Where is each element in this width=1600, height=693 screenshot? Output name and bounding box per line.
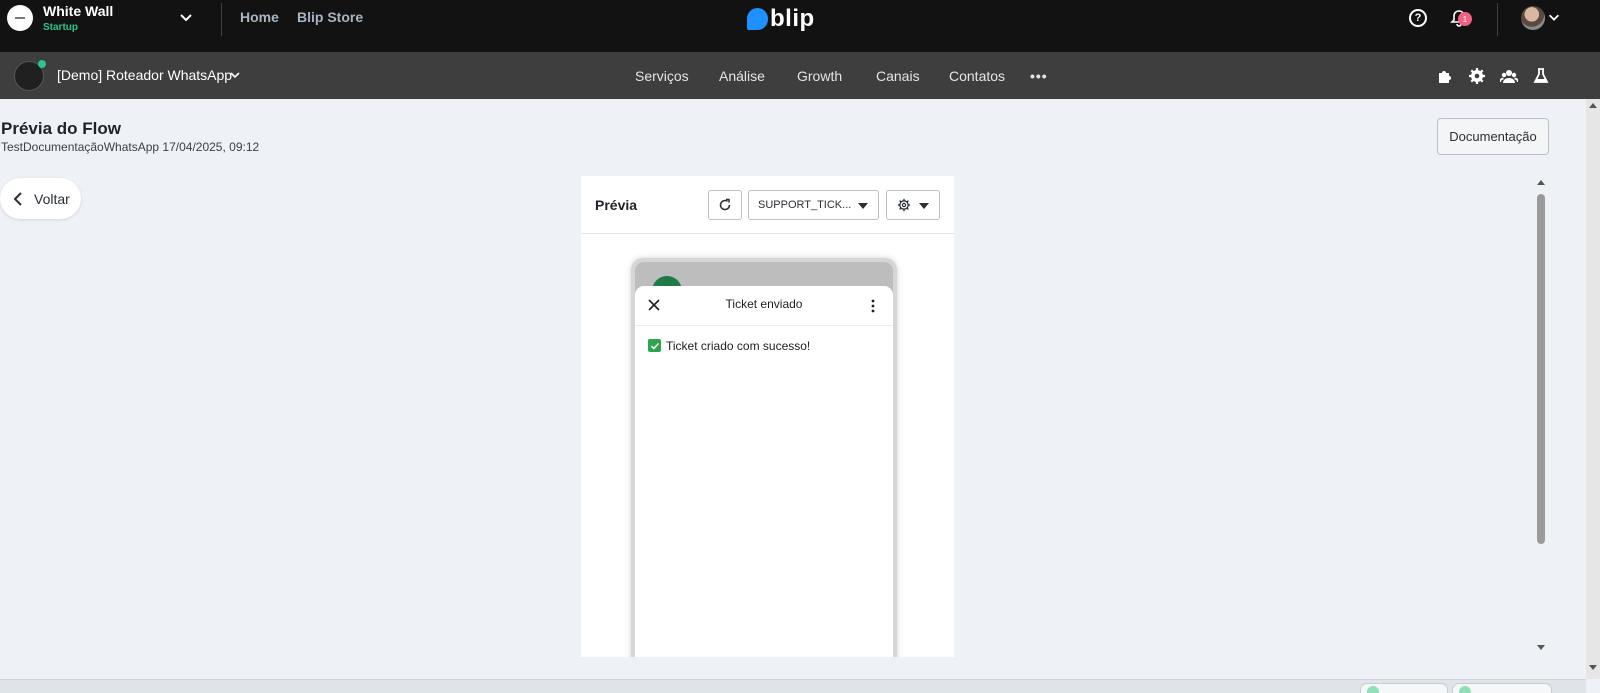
footer-chip[interactable] [1452,683,1552,693]
gear-icon[interactable] [1468,67,1486,85]
scroll-down-arrow-icon[interactable] [1537,645,1545,650]
divider [1497,3,1498,36]
scroll-down-arrow-icon[interactable] [1589,665,1597,670]
chevron-left-icon [13,191,22,206]
back-button[interactable]: Voltar [0,178,81,219]
org-name[interactable]: White Wall [43,3,113,19]
success-message: Ticket criado com sucesso! [666,339,811,353]
user-avatar[interactable] [1521,6,1545,30]
bot-navbar: [Demo] Roteador WhatsApp Serviços Anális… [0,52,1600,99]
phone-mockup: Ticket enviado Ticket criado com sucesso… [631,258,897,657]
documentation-button[interactable]: Documentação [1437,118,1549,155]
flow-screen-sheet: Ticket enviado Ticket criado com sucesso… [635,286,893,657]
more-menu-icon[interactable]: ••• [1030,68,1048,84]
nav-item-growth[interactable]: Growth [797,68,842,84]
puzzle-icon[interactable] [1436,67,1454,85]
flask-icon[interactable] [1532,67,1550,85]
chevron-down-icon[interactable] [178,9,194,25]
sheet-header: Ticket enviado [635,286,893,326]
top-navbar: White Wall Startup Home Blip Store blip … [0,0,1600,52]
caret-down-icon [919,203,929,209]
nav-link-blip-store[interactable]: Blip Store [297,9,363,25]
nav-item-servicos[interactable]: Serviços [635,68,689,84]
page-scrollbar[interactable] [1586,99,1600,679]
nav-item-contatos[interactable]: Contatos [949,68,1005,84]
divider [221,3,222,36]
check-mark-icon [648,339,661,352]
scroll-up-arrow-icon[interactable] [1589,103,1597,108]
screen-select-value: SUPPORT_TICK... [758,199,852,211]
sheet-title: Ticket enviado [725,297,803,311]
nav-link-home[interactable]: Home [240,9,279,25]
flow-preview-panel: Prévia SUPPORT_TICK... Ticket enviado Ti… [581,176,954,657]
screen-select[interactable]: SUPPORT_TICK... [748,190,879,220]
help-icon[interactable]: ? [1409,9,1427,27]
org-plan-label: Startup [43,22,78,33]
chevron-down-icon[interactable] [229,69,241,81]
preview-settings-button[interactable] [886,190,940,220]
org-logo[interactable] [7,5,33,31]
chevron-down-icon[interactable] [1547,10,1561,24]
page-subtitle: TestDocumentaçãoWhatsApp 17/04/2025, 09:… [1,140,260,154]
footer-chip[interactable] [1360,683,1448,693]
footer [0,679,1586,693]
blip-bubble-icon [747,8,768,30]
scroll-up-arrow-icon[interactable] [1537,180,1545,185]
content-scrollbar[interactable] [1534,178,1548,657]
page-title: Prévia do Flow [1,119,121,138]
refresh-icon [719,198,731,211]
refresh-button[interactable] [708,190,742,220]
online-status-dot [38,60,46,68]
gear-icon [897,198,911,212]
brand-name: blip [770,5,815,32]
preview-title: Prévia [595,197,638,213]
back-button-label: Voltar [34,190,70,207]
kebab-menu-icon[interactable] [867,298,879,314]
blip-logo[interactable]: blip [747,5,815,33]
nav-item-canais[interactable]: Canais [876,68,920,84]
nav-item-analise[interactable]: Análise [719,68,765,84]
caret-down-icon [858,203,868,209]
scrollbar-thumb[interactable] [1537,194,1545,544]
bot-name[interactable]: [Demo] Roteador WhatsApp [57,67,232,83]
notification-badge: 1 [1458,12,1472,26]
team-icon[interactable] [1500,67,1518,85]
preview-header: Prévia SUPPORT_TICK... [581,176,954,234]
phone-screen: Ticket enviado Ticket criado com sucesso… [635,262,893,657]
